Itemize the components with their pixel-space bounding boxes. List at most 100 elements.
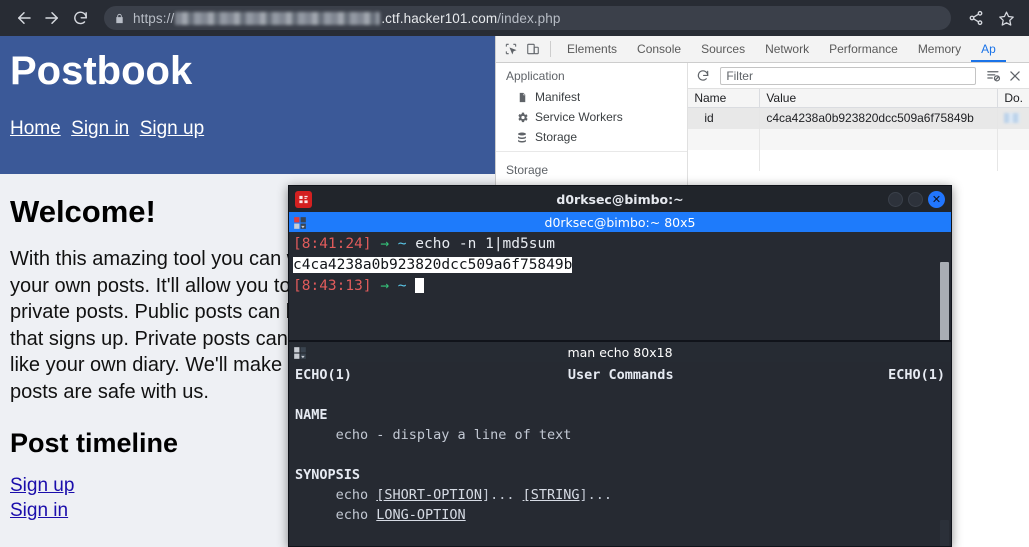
tab-elements[interactable]: Elements bbox=[557, 36, 627, 62]
back-arrow-icon[interactable] bbox=[10, 4, 38, 32]
lock-icon bbox=[114, 12, 125, 25]
table-row[interactable]: id c4ca4238a0b923820dcc509a6f75849b bbox=[688, 108, 1029, 129]
terminal-timestamp: [8:43:13] bbox=[293, 278, 372, 294]
sidebar-item-label: Storage bbox=[535, 130, 578, 144]
cell-name bbox=[688, 129, 761, 150]
column-header-domain[interactable]: Do. bbox=[998, 89, 1029, 107]
man-section-body: echo - display a line of text bbox=[295, 427, 572, 443]
sidebar-group-storage: Storage bbox=[506, 163, 549, 177]
man-header: ECHO(1) User Commands ECHO(1) bbox=[295, 365, 945, 385]
cell-value bbox=[760, 150, 999, 171]
filter-placeholder: Filter bbox=[726, 68, 753, 83]
close-button[interactable]: ✕ bbox=[928, 190, 945, 208]
man-section-body: echo [SHORT-OPTION]... [STRING]... bbox=[295, 487, 613, 503]
nav-link-sign-up[interactable]: Sign up bbox=[140, 118, 204, 139]
minimize-button[interactable] bbox=[888, 191, 903, 207]
share-icon[interactable] bbox=[963, 5, 989, 31]
man-section-heading: SYNOPSIS bbox=[295, 467, 361, 483]
sidebar-section-application: Application bbox=[506, 69, 565, 83]
tab-sources[interactable]: Sources bbox=[691, 36, 755, 62]
prompt-arrow: → bbox=[380, 278, 390, 294]
man-header-center: User Commands bbox=[567, 367, 674, 383]
terminal-line: [8:43:13] → ~ bbox=[293, 276, 947, 297]
man-section-heading: NAME bbox=[295, 407, 328, 423]
man-header-left: ECHO(1) bbox=[295, 367, 352, 383]
table-row[interactable] bbox=[688, 150, 1029, 171]
forward-arrow-icon[interactable] bbox=[38, 4, 66, 32]
sidebar-item-label: Manifest bbox=[535, 90, 581, 104]
terminal-window-title: d0rksec@bimbo:~ bbox=[556, 191, 684, 207]
terminal-output-shell[interactable]: [8:41:24] → ~ echo -n 1|md5sum c4ca4238a… bbox=[289, 232, 951, 340]
nav-link-home[interactable]: Home bbox=[10, 118, 61, 139]
sidebar-item-manifest[interactable]: Manifest bbox=[496, 87, 687, 107]
terminal-pane-shell: d0rksec@bimbo:~ 80x5 [8:41:24] → ~ echo … bbox=[289, 212, 951, 358]
search-input[interactable]: Filter bbox=[720, 66, 976, 85]
terminal-timestamp: [8:41:24] bbox=[293, 236, 372, 252]
document-icon bbox=[514, 89, 530, 105]
sidebar-item-storage[interactable]: Storage bbox=[496, 127, 687, 147]
man-blank bbox=[295, 525, 945, 545]
prompt-arrow: → bbox=[380, 236, 390, 252]
terminal-tab-title: man echo 80x18 bbox=[567, 344, 673, 360]
column-header-value[interactable]: Value bbox=[760, 89, 999, 107]
man-blank bbox=[295, 385, 945, 405]
terminal-window[interactable]: d0rksec@bimbo:~ ✕ d0rksec@bimbo:~ 80x5 [… bbox=[288, 185, 952, 547]
url-redacted-block bbox=[175, 11, 381, 25]
cell-value: c4ca4238a0b923820dcc509a6f75849b bbox=[760, 108, 999, 129]
tab-network[interactable]: Network bbox=[755, 36, 819, 62]
browser-toolbar: https:// .ctf.hacker101.com/index.php bbox=[0, 0, 1029, 36]
terminal-output-man[interactable]: ECHO(1) User Commands ECHO(1) NAME echo - … bbox=[289, 362, 951, 546]
tab-console[interactable]: Console bbox=[627, 36, 691, 62]
terminal-line: c4ca4238a0b923820dcc509a6f75849b bbox=[293, 255, 947, 276]
cell-name: id bbox=[688, 108, 761, 129]
tile-windows-icon[interactable] bbox=[293, 345, 307, 359]
gear-icon bbox=[514, 109, 530, 125]
close-x-icon[interactable] bbox=[1004, 65, 1026, 87]
reload-icon[interactable] bbox=[66, 4, 94, 32]
cookies-toolbar: Filter bbox=[688, 63, 1029, 89]
man-section-body: echo LONG-OPTION bbox=[295, 507, 466, 523]
domain-redacted-block bbox=[1004, 113, 1021, 123]
tile-windows-icon[interactable] bbox=[293, 215, 307, 229]
terminal-app-icon bbox=[295, 190, 312, 208]
window-controls: ✕ bbox=[888, 190, 945, 208]
terminal-line: [8:41:24] → ~ echo -n 1|md5sum bbox=[293, 234, 947, 255]
tab-performance[interactable]: Performance bbox=[819, 36, 908, 62]
prompt-cwd: ~ bbox=[397, 236, 407, 252]
nav-link-sign-in[interactable]: Sign in bbox=[71, 118, 129, 139]
sidebar-item-label: Service Workers bbox=[535, 110, 623, 124]
clear-filter-icon[interactable] bbox=[982, 65, 1004, 87]
terminal-tab-shell[interactable]: d0rksec@bimbo:~ 80x5 bbox=[289, 212, 951, 232]
column-header-name[interactable]: Name bbox=[688, 89, 761, 107]
man-header-right: ECHO(1) bbox=[888, 367, 945, 383]
star-icon[interactable] bbox=[993, 5, 1019, 31]
cell-name bbox=[688, 150, 761, 171]
inspect-element-icon[interactable] bbox=[500, 38, 522, 60]
terminal-tab-title: d0rksec@bimbo:~ 80x5 bbox=[544, 214, 696, 230]
prompt-cwd: ~ bbox=[397, 278, 407, 294]
man-arg-long-option: LONG-OPTION bbox=[376, 507, 466, 523]
toolbar-divider bbox=[550, 41, 551, 57]
table-row[interactable] bbox=[688, 129, 1029, 150]
database-icon bbox=[514, 129, 530, 145]
terminal-cursor bbox=[415, 278, 425, 293]
address-bar[interactable]: https:// .ctf.hacker101.com/index.php bbox=[104, 6, 951, 30]
device-toolbar-icon[interactable] bbox=[522, 38, 544, 60]
cell-domain bbox=[998, 150, 1029, 171]
man-arg-short-option: [SHORT-OPTION bbox=[376, 487, 482, 503]
terminal-output-selected: c4ca4238a0b923820dcc509a6f75849b bbox=[293, 257, 573, 273]
terminal-man-scrollbar[interactable] bbox=[940, 520, 949, 546]
sidebar-item-service-workers[interactable]: Service Workers bbox=[496, 107, 687, 127]
cell-value bbox=[760, 129, 999, 150]
devtools-tabbar: Elements Console Sources Network Perform… bbox=[496, 36, 1029, 63]
address-bar-url: https:// .ctf.hacker101.com/index.php bbox=[133, 11, 561, 26]
tab-application[interactable]: Ap bbox=[971, 36, 1006, 62]
refresh-icon[interactable] bbox=[692, 65, 714, 87]
url-domain: .ctf.hacker101.com bbox=[381, 10, 498, 26]
man-blank bbox=[295, 445, 945, 465]
tab-memory[interactable]: Memory bbox=[908, 36, 971, 62]
table-header-row: Name Value Do. bbox=[688, 89, 1029, 108]
maximize-button[interactable] bbox=[908, 191, 923, 207]
terminal-tab-man[interactable]: man echo 80x18 bbox=[289, 342, 951, 362]
terminal-titlebar[interactable]: d0rksec@bimbo:~ ✕ bbox=[289, 186, 951, 212]
